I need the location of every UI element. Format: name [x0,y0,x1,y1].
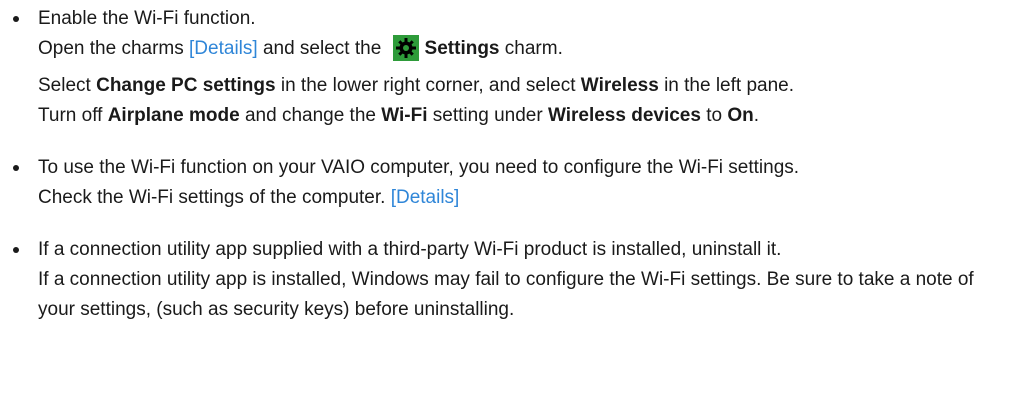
instruction-text: in the lower right corner, and select [275,75,581,96]
instruction-text: and change the [239,105,382,126]
change-pc-instruction: Select Change PC settings in the lower r… [38,71,1013,101]
gear-icon [392,35,419,61]
instruction-text: setting under [427,105,548,126]
settings-charm-label: Settings [424,38,500,59]
list-item: If a connection utility app supplied wit… [0,235,1013,325]
airplane-instruction: Turn off Airplane mode and change the Wi… [38,101,1013,131]
instruction-text: in the left pane. [658,75,795,96]
airplane-mode-label: Airplane mode [107,105,240,126]
details-link[interactable]: [Details] [391,187,460,208]
instruction-text: to [700,105,728,126]
item-text: If a connection utility app supplied wit… [38,239,782,260]
item-note: If a connection utility app is installed… [38,269,974,320]
wireless-label: Wireless [580,75,659,96]
instruction-text: Turn off [38,105,108,126]
charms-text: and select the [257,38,387,59]
bullet-list: Enable the Wi-Fi function. Open the char… [0,4,1013,325]
wifi-label: Wi-Fi [381,105,428,126]
change-pc-settings-label: Change PC settings [96,75,276,96]
charms-text: Open the charms [38,38,190,59]
check-text: Check the Wi-Fi settings of the computer… [38,187,391,208]
item-lead: Enable the Wi-Fi function. [38,8,256,29]
wireless-devices-label: Wireless devices [547,105,701,126]
on-label: On [727,105,754,126]
instruction-text: . [753,105,760,126]
list-item: To use the Wi-Fi function on your VAIO c… [0,153,1013,213]
charms-text: charm. [499,38,563,59]
item-text: To use the Wi-Fi function on your VAIO c… [38,157,800,178]
instruction-text: Select [38,75,97,96]
list-item: Enable the Wi-Fi function. Open the char… [0,4,1013,131]
help-content: Enable the Wi-Fi function. Open the char… [0,4,1013,414]
details-link[interactable]: [Details] [189,38,258,59]
check-instruction: Check the Wi-Fi settings of the computer… [38,183,1013,213]
charms-instruction: Open the charms [Details] and select the… [38,34,1013,64]
